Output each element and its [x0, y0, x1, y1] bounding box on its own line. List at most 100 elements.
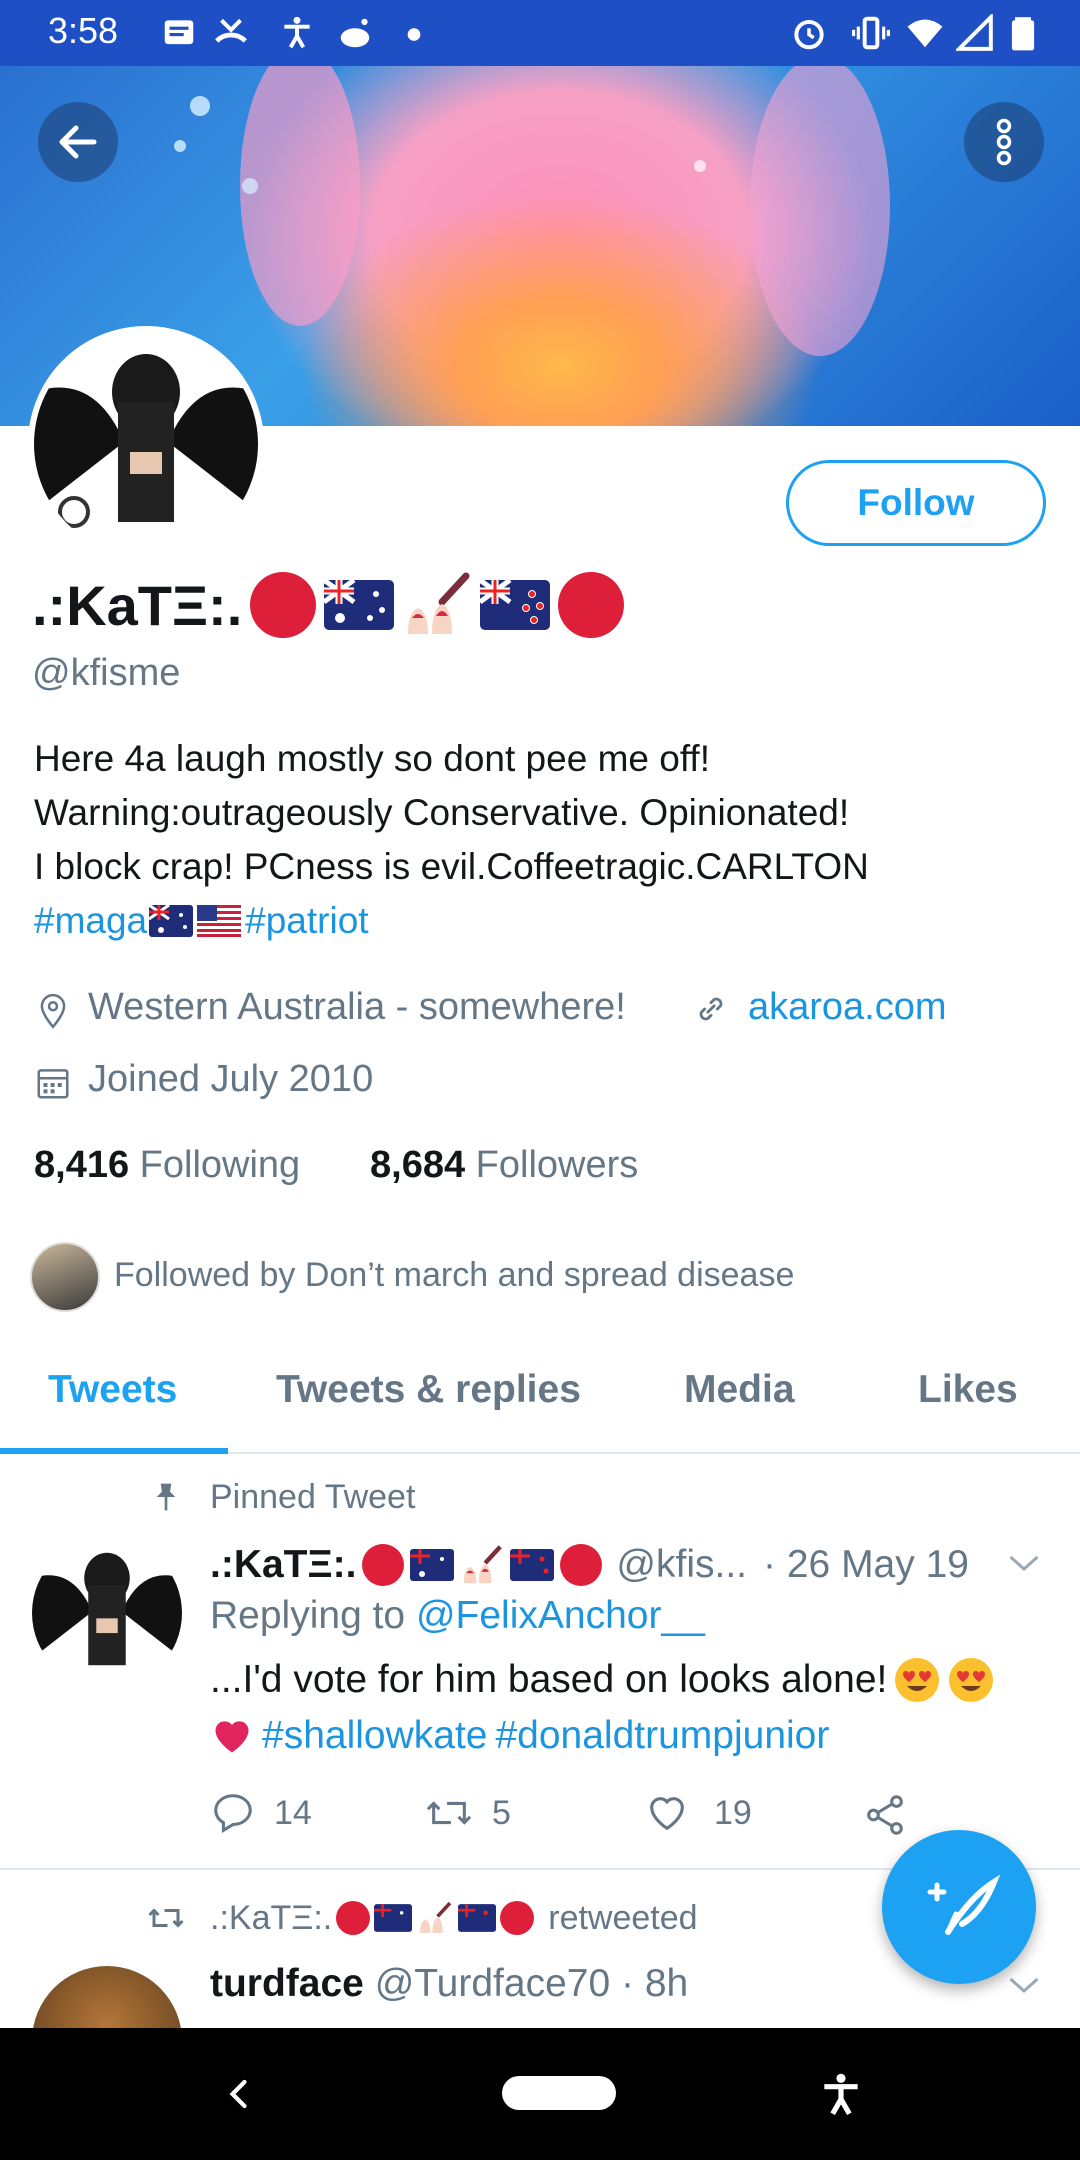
- retweet-author-handle: @Turdface70: [374, 1962, 611, 2005]
- australia-flag-icon: [410, 1549, 455, 1581]
- location-pin-icon: [40, 993, 66, 1029]
- retweet-icon: [426, 1801, 472, 1825]
- following-count-link[interactable]: 8,416 Following: [34, 1144, 300, 1187]
- hashtag-link[interactable]: #maga: [34, 894, 147, 948]
- cell-signal-icon: [956, 14, 993, 51]
- retweet-header: turdface @Turdface70 · 8h: [210, 1962, 688, 2006]
- reply-action[interactable]: 14: [210, 1790, 312, 1836]
- red-circle-emoji: [560, 1544, 603, 1586]
- profile-website-link[interactable]: akaroa.com: [748, 986, 947, 1029]
- red-circle-emoji: [250, 572, 317, 638]
- australia-flag-icon: [374, 1904, 413, 1932]
- follow-button[interactable]: Follow: [786, 460, 1046, 546]
- profile-location: Western Australia - somewhere!: [88, 986, 626, 1028]
- new-zealand-flag-icon: [480, 580, 551, 630]
- wifi-icon: [907, 19, 943, 48]
- avatar-image: [34, 332, 258, 556]
- followers-count: 8,684: [370, 1144, 466, 1186]
- like-count: 19: [714, 1793, 752, 1832]
- followers-label: Followers: [475, 1144, 639, 1186]
- bio-line: I block crap! PCness is evil.Coffeetragi…: [34, 846, 869, 887]
- tweet-date: · 26 May 19: [763, 1543, 969, 1586]
- tweet-text-body: ...I'd vote for him based on looks alone…: [210, 1658, 888, 1701]
- reply-icon: [214, 1794, 252, 1833]
- profile-handle: @kfisme: [32, 652, 181, 694]
- new-zealand-flag-icon: [458, 1904, 497, 1932]
- replying-to-line: Replying to @FelixAnchor__: [210, 1594, 705, 1638]
- hashtag-link[interactable]: #shallowkate: [262, 1708, 487, 1764]
- compose-feather-icon: [927, 1874, 1001, 1935]
- nav-accessibility-icon[interactable]: [816, 2070, 866, 2120]
- followers-count-link[interactable]: 8,684 Followers: [370, 1144, 638, 1187]
- tab-tweets[interactable]: Tweets: [48, 1368, 177, 1412]
- arrow-left-icon: [59, 125, 97, 159]
- new-zealand-flag-icon: [510, 1549, 555, 1581]
- red-heart-emoji-icon: [215, 1721, 249, 1753]
- replying-to-prefix: Replying to: [210, 1594, 416, 1637]
- tweet-text: ...I'd vote for him based on looks alone…: [210, 1652, 1060, 1764]
- usa-flag-icon: [197, 905, 242, 937]
- heart-icon: [650, 1797, 684, 1831]
- red-circle-emoji: [336, 1901, 371, 1935]
- tab-tweets-and-replies[interactable]: Tweets & replies: [276, 1368, 581, 1412]
- battery-icon: [1011, 17, 1035, 51]
- tweet-author-avatar[interactable]: [32, 1538, 182, 1688]
- retweeter-name[interactable]: .:KaTΞ:.: [210, 1899, 332, 1938]
- tweet-header: .:KaTΞ:. @kfis... · 26 May 19: [210, 1538, 969, 1592]
- red-circle-emoji: [362, 1544, 405, 1586]
- australia-flag-icon: [149, 905, 194, 937]
- active-tab-indicator: [0, 1448, 228, 1454]
- profile-avatar[interactable]: [28, 326, 264, 562]
- tweet-author-name[interactable]: .:KaTΞ:.: [210, 1543, 356, 1587]
- nav-back-icon[interactable]: [222, 2072, 258, 2116]
- back-button[interactable]: [38, 102, 118, 182]
- nail-polish-icon: [420, 1901, 452, 1933]
- nail-polish-icon: [408, 572, 470, 634]
- tab-likes[interactable]: Likes: [918, 1368, 1018, 1412]
- profile-name-row: .:KaTΞ:.: [32, 570, 625, 640]
- compose-tweet-button[interactable]: [882, 1830, 1036, 1984]
- nail-polish-icon: [464, 1545, 503, 1584]
- profile-bio: Here 4a laugh mostly so dont pee me off!…: [34, 732, 1054, 948]
- reply-count: 14: [274, 1793, 312, 1832]
- like-action[interactable]: 19: [644, 1790, 752, 1836]
- follower-avatar: [30, 1242, 100, 1312]
- avatar-image: [32, 1538, 182, 1688]
- retweet-time: · 8h: [621, 1962, 689, 2005]
- following-count: 8,416: [34, 1144, 130, 1186]
- profile-joined-date: Joined July 2010: [88, 1058, 374, 1100]
- following-label: Following: [139, 1144, 301, 1186]
- bio-hashtags: #maga #patriot: [34, 894, 1054, 948]
- more-options-button[interactable]: [964, 102, 1044, 182]
- pinned-tweet-label: Pinned Tweet: [210, 1478, 416, 1516]
- notification-dot-icon: [407, 28, 421, 41]
- chevron-down-icon[interactable]: [1006, 1548, 1042, 1578]
- alarm-icon: [794, 19, 824, 50]
- tab-media[interactable]: Media: [684, 1368, 795, 1412]
- followed-by-text[interactable]: Followed by Don’t march and spread disea…: [114, 1256, 794, 1295]
- display-name: .:KaTΞ:.: [32, 573, 243, 637]
- accessibility-icon: [284, 16, 310, 49]
- hashtag-link[interactable]: #donaldtrumpjunior: [495, 1708, 829, 1764]
- retweet-count: 5: [492, 1793, 511, 1832]
- retweet-author-name[interactable]: turdface: [210, 1962, 364, 2005]
- bio-line: Here 4a laugh mostly so dont pee me off!: [34, 738, 710, 779]
- retweet-action[interactable]: 5: [424, 1790, 511, 1836]
- heart-eyes-emoji-icon: [895, 1658, 940, 1702]
- replying-to-link[interactable]: @FelixAnchor__: [416, 1594, 705, 1637]
- bio-line: Warning:outrageously Conservative. Opini…: [34, 792, 850, 833]
- retweeted-by-row: .:KaTΞ:. retweeted: [210, 1894, 698, 1942]
- status-time: 3:58: [48, 10, 119, 51]
- nav-home-pill[interactable]: [502, 2076, 616, 2110]
- retweet-icon: [148, 1908, 184, 1928]
- status-bar: 3:58: [0, 0, 1080, 66]
- tweet-author-handle: @kfis...: [616, 1543, 748, 1586]
- vibrate-icon: [852, 16, 890, 50]
- hashtag-link[interactable]: #patriot: [245, 894, 368, 948]
- retweeted-label: retweeted: [548, 1898, 698, 1937]
- link-icon: [699, 997, 723, 1021]
- heart-eyes-emoji-icon: [949, 1658, 994, 1702]
- system-navigation-bar: [0, 2028, 1080, 2160]
- message-icon: [164, 20, 194, 45]
- red-circle-emoji: [558, 572, 625, 638]
